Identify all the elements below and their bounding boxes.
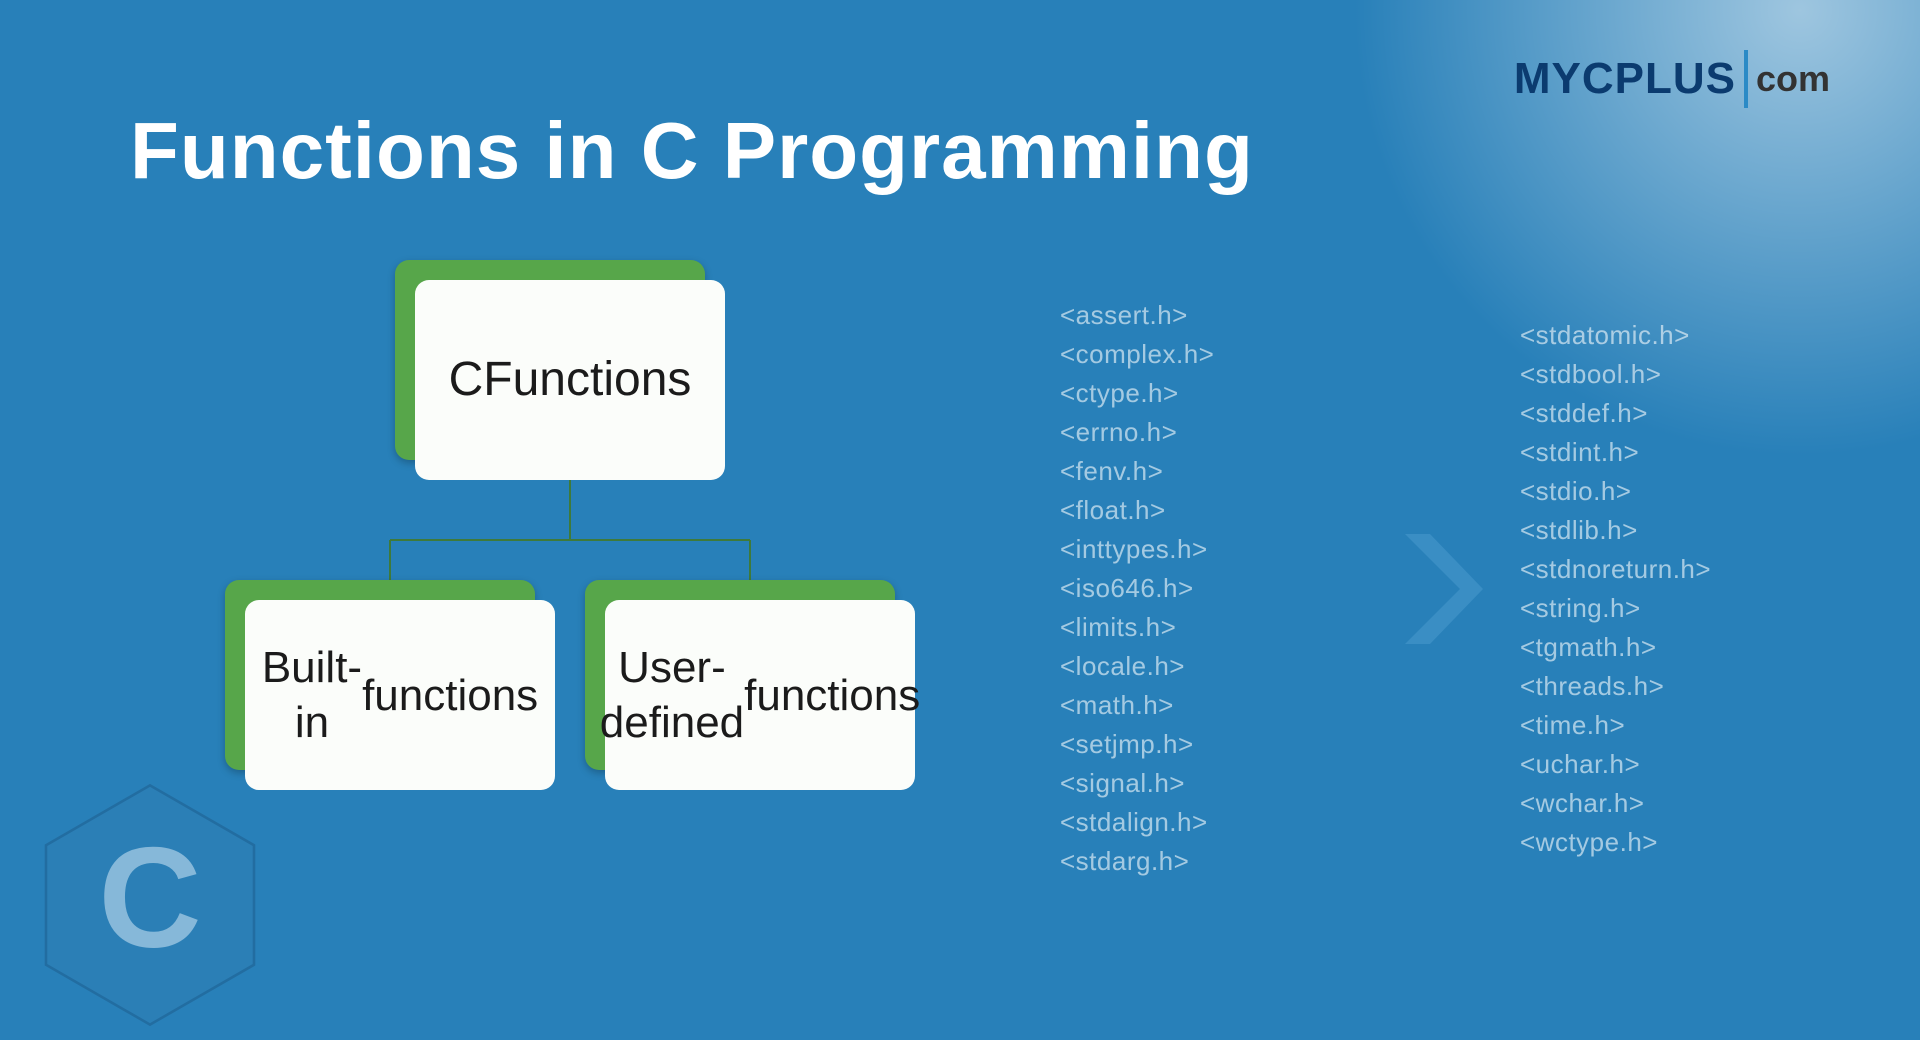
header-file-item: <stdbool.h>	[1520, 359, 1820, 390]
logo-divider	[1744, 50, 1748, 108]
header-file-item: <inttypes.h>	[1060, 534, 1360, 565]
header-file-item: <stdalign.h>	[1060, 807, 1360, 838]
header-file-item: <stddef.h>	[1520, 398, 1820, 429]
header-file-item: <string.h>	[1520, 593, 1820, 624]
c-hex-letter: C	[98, 819, 201, 978]
arrow-right-icon	[1380, 524, 1500, 654]
header-file-item: <wchar.h>	[1520, 788, 1820, 819]
header-file-item: <uchar.h>	[1520, 749, 1820, 780]
header-file-item: <fenv.h>	[1060, 456, 1360, 487]
header-file-item: <stdnoreturn.h>	[1520, 554, 1820, 585]
node-userdefined-label: User-definedfunctions	[605, 600, 915, 790]
header-file-item: <stdarg.h>	[1060, 846, 1360, 877]
logo-text-right: com	[1756, 58, 1830, 100]
header-file-item: <float.h>	[1060, 495, 1360, 526]
header-files-panel: <assert.h> <complex.h> <ctype.h> <errno.h> <…	[1060, 300, 1860, 877]
header-file-item: <assert.h>	[1060, 300, 1360, 331]
header-file-item: <stdio.h>	[1520, 476, 1820, 507]
site-logo: MYCPLUS com	[1514, 50, 1830, 108]
diagram-container: CFunctions Built-infunctions User-define…	[225, 260, 925, 820]
header-file-item: <stdlib.h>	[1520, 515, 1820, 546]
header-file-item: <limits.h>	[1060, 612, 1360, 643]
header-file-item: <wctype.h>	[1520, 827, 1820, 858]
header-file-item: <setjmp.h>	[1060, 729, 1360, 760]
header-file-item: <math.h>	[1060, 690, 1360, 721]
header-file-item: <threads.h>	[1520, 671, 1820, 702]
header-file-item: <locale.h>	[1060, 651, 1360, 682]
header-file-item: <iso646.h>	[1060, 573, 1360, 604]
header-file-item: <stdint.h>	[1520, 437, 1820, 468]
logo-text-left: MYCPLUS	[1514, 54, 1736, 104]
header-file-item: <tgmath.h>	[1520, 632, 1820, 663]
header-column-1: <assert.h> <complex.h> <ctype.h> <errno.h> <…	[1060, 300, 1360, 877]
header-file-item: <time.h>	[1520, 710, 1820, 741]
header-column-2: <stdatomic.h> <stdbool.h> <stddef.h> <stdin…	[1520, 320, 1820, 858]
page-title: Functions in C Programming	[130, 105, 1254, 197]
c-language-hexagon-icon: C	[20, 775, 280, 1035]
header-file-item: <stdatomic.h>	[1520, 320, 1820, 351]
header-file-item: <complex.h>	[1060, 339, 1360, 370]
header-file-item: <signal.h>	[1060, 768, 1360, 799]
node-builtin-label: Built-infunctions	[245, 600, 555, 790]
header-file-item: <errno.h>	[1060, 417, 1360, 448]
node-root-label: CFunctions	[415, 280, 725, 480]
header-file-item: <ctype.h>	[1060, 378, 1360, 409]
